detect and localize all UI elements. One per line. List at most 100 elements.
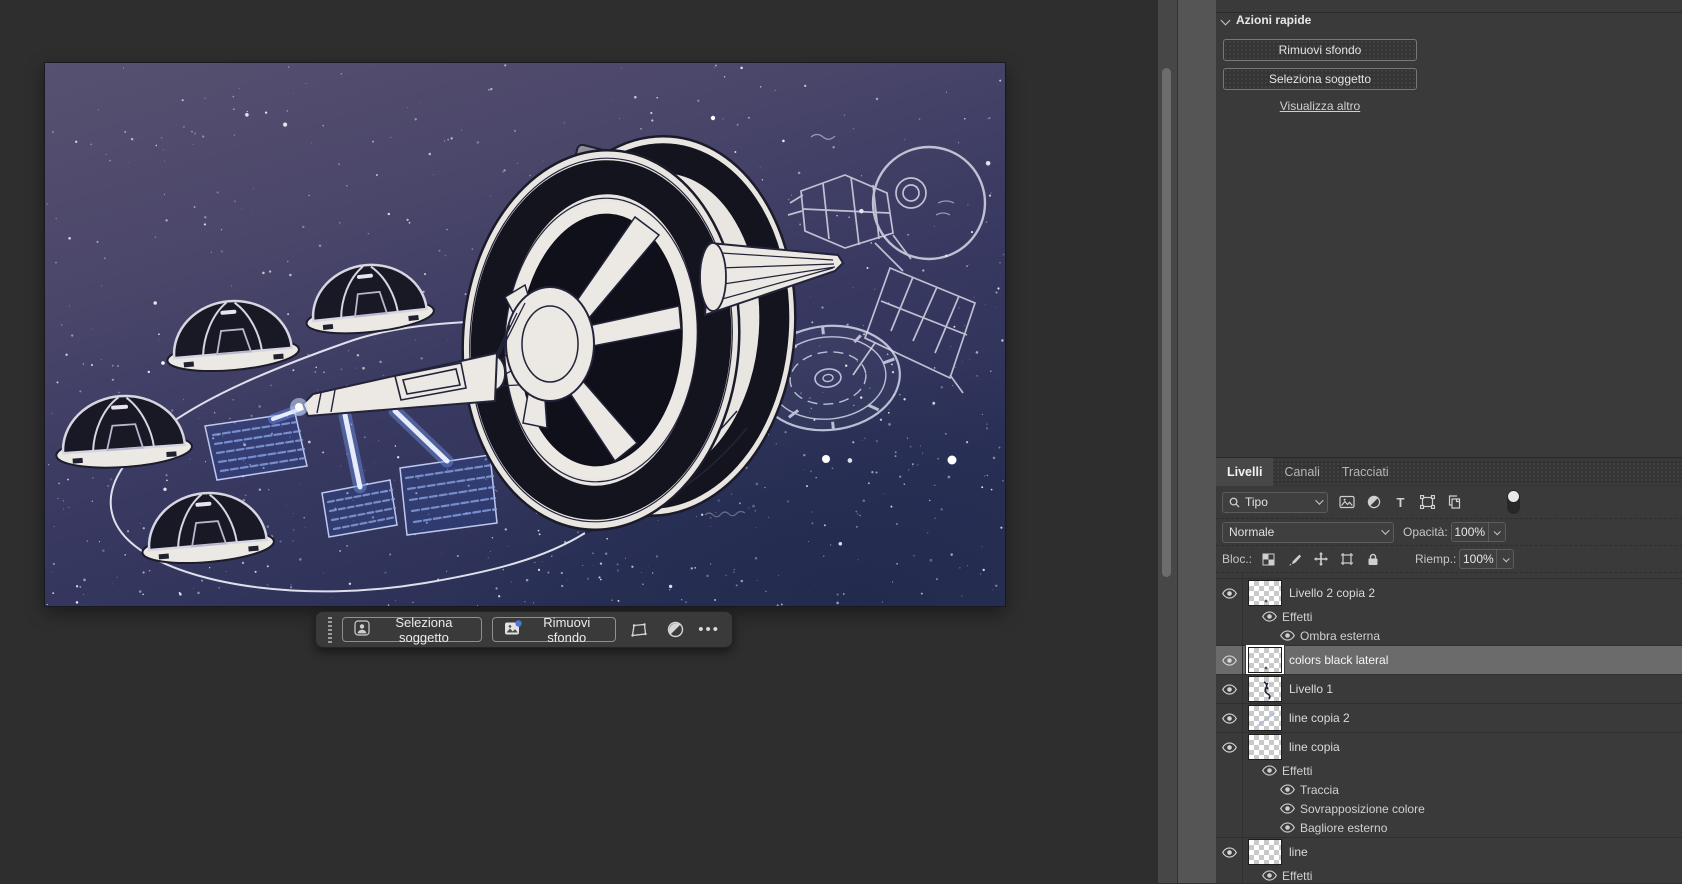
blend-mode-value: Normale: [1229, 525, 1274, 539]
visibility-eye-icon[interactable]: [1280, 630, 1295, 641]
search-icon: [1229, 497, 1240, 508]
qa-remove-background-button[interactable]: Rimuovi sfondo: [1223, 39, 1417, 61]
layer-name[interactable]: line copia 2: [1289, 711, 1350, 725]
layer-filter-row: Tipo T: [1216, 486, 1682, 519]
layer-thumbnail[interactable]: [1248, 839, 1282, 865]
effect-name: Ombra esterna: [1300, 629, 1380, 643]
more-options-icon[interactable]: •••: [698, 617, 720, 642]
image-badge-icon: [504, 620, 522, 639]
visibility-eye-icon[interactable]: [1216, 588, 1242, 599]
opacity-input[interactable]: 100%: [1451, 522, 1506, 542]
opacity-label: Opacità:: [1403, 525, 1448, 539]
lock-label: Bloc.:: [1222, 552, 1252, 566]
layer-name[interactable]: line: [1289, 845, 1308, 859]
document-scrollbar-thumb[interactable]: [1162, 68, 1171, 577]
qa-select-subject-button[interactable]: Seleziona soggetto: [1223, 68, 1417, 90]
effect-name: Traccia: [1300, 783, 1339, 797]
remove-background-label: Rimuovi sfondo: [529, 615, 604, 645]
layer-row[interactable]: line copia 2: [1216, 703, 1682, 732]
person-icon: [354, 620, 370, 639]
visibility-eye-icon[interactable]: [1216, 847, 1242, 858]
visibility-eye-icon[interactable]: [1262, 870, 1277, 881]
layer-thumbnail[interactable]: [1248, 647, 1282, 673]
tab-livelli[interactable]: Livelli: [1216, 458, 1273, 486]
filter-adjustment-layers-icon[interactable]: [1365, 494, 1382, 511]
lock-row: Bloc.:: [1216, 546, 1682, 573]
visibility-eye-icon[interactable]: [1280, 803, 1295, 814]
filter-type-layers-icon[interactable]: T: [1392, 494, 1409, 511]
tab-canali[interactable]: Canali: [1273, 458, 1330, 486]
contextual-task-bar: Seleziona soggetto Rimuovi sfondo •••: [315, 611, 733, 648]
layer-row[interactable]: Livello 2 copia 2: [1216, 578, 1682, 607]
panel-tab-bar: Livelli Canali Tracciati: [1216, 458, 1682, 486]
quick-actions-header[interactable]: Azioni rapide: [1222, 13, 1311, 27]
visibility-eye-icon[interactable]: [1216, 684, 1242, 695]
layer-row[interactable]: line: [1216, 837, 1682, 866]
transform-icon[interactable]: [626, 617, 652, 642]
lock-paint-icon[interactable]: [1286, 551, 1303, 568]
space-station-illustration: [45, 63, 1005, 606]
blend-mode-select[interactable]: Normale: [1222, 522, 1394, 543]
effects-label: Effetti: [1282, 869, 1312, 883]
opacity-value: 100%: [1452, 523, 1488, 541]
layer-thumbnail[interactable]: [1248, 705, 1282, 731]
drag-handle[interactable]: [328, 617, 332, 643]
layer-name[interactable]: Livello 2 copia 2: [1289, 586, 1375, 600]
effects-header-row[interactable]: Effetti: [1216, 761, 1682, 780]
chevron-down-icon: [1221, 15, 1231, 25]
visibility-eye-icon[interactable]: [1216, 742, 1242, 753]
fill-label: Riemp.:: [1415, 552, 1456, 566]
layer-row[interactable]: Livello 1: [1216, 674, 1682, 703]
layer-row[interactable]: line copia: [1216, 732, 1682, 761]
visibility-eye-icon[interactable]: [1216, 655, 1242, 666]
quick-actions-title: Azioni rapide: [1236, 13, 1311, 27]
effects-label: Effetti: [1282, 610, 1312, 624]
filter-type-select[interactable]: Tipo: [1222, 492, 1328, 513]
layer-thumbnail[interactable]: [1248, 734, 1282, 760]
visibility-eye-icon[interactable]: [1280, 784, 1295, 795]
effect-row[interactable]: Bagliore esterno: [1216, 818, 1682, 837]
layer-thumbnail[interactable]: [1248, 676, 1282, 702]
filter-pixel-layers-icon[interactable]: [1338, 494, 1355, 511]
tab-tracciati[interactable]: Tracciati: [1331, 458, 1400, 486]
layers-panel: Livelli Canali Tracciati Tipo T: [1216, 457, 1682, 884]
effect-row[interactable]: Ombra esterna: [1216, 626, 1682, 645]
fill-dropdown-chevron[interactable]: [1496, 550, 1513, 568]
lock-position-icon[interactable]: [1312, 551, 1329, 568]
layer-row[interactable]: colors black lateral: [1216, 645, 1682, 674]
layer-name[interactable]: line copia: [1289, 740, 1340, 754]
remove-background-button[interactable]: Rimuovi sfondo: [492, 617, 616, 642]
panel-dock-strip: [1178, 0, 1217, 883]
visibility-eye-icon[interactable]: [1262, 611, 1277, 622]
filter-shape-layers-icon[interactable]: [1419, 494, 1436, 511]
visibility-eye-icon[interactable]: [1280, 822, 1295, 833]
effects-header-row[interactable]: Effetti: [1216, 607, 1682, 626]
blend-mode-row: Normale Opacità: 100%: [1216, 519, 1682, 546]
fill-input[interactable]: 100%: [1459, 549, 1514, 569]
effect-row[interactable]: Traccia: [1216, 780, 1682, 799]
layer-name[interactable]: colors black lateral: [1289, 653, 1388, 667]
document-canvas[interactable]: [45, 63, 1005, 606]
visibility-eye-icon[interactable]: [1216, 713, 1242, 724]
effect-name: Bagliore esterno: [1300, 821, 1387, 835]
lock-transparency-icon[interactable]: [1260, 551, 1277, 568]
layer-list: Livello 2 copia 2 Effetti Ombra esterna …: [1216, 573, 1682, 884]
select-subject-button[interactable]: Seleziona soggetto: [342, 617, 482, 642]
fill-value: 100%: [1460, 550, 1496, 568]
lock-artboard-icon[interactable]: [1338, 551, 1355, 568]
layer-name[interactable]: Livello 1: [1289, 682, 1333, 696]
filter-toggle-switch[interactable]: [1507, 490, 1520, 514]
effect-row[interactable]: Sovrapposizione colore: [1216, 799, 1682, 818]
layer-thumbnail[interactable]: [1248, 580, 1282, 606]
adjustments-icon[interactable]: [662, 617, 688, 642]
eye-column-divider: [1242, 573, 1243, 884]
filter-smart-objects-icon[interactable]: [1446, 494, 1463, 511]
view-more-link[interactable]: Visualizza altro: [1280, 99, 1360, 113]
visibility-eye-icon[interactable]: [1262, 765, 1277, 776]
document-scrollbar-track[interactable]: [1158, 0, 1178, 883]
effect-name: Sovrapposizione colore: [1300, 802, 1425, 816]
lock-all-icon[interactable]: [1364, 551, 1381, 568]
filter-type-label: Tipo: [1245, 495, 1268, 509]
effects-header-row[interactable]: Effetti: [1216, 866, 1682, 884]
opacity-dropdown-chevron[interactable]: [1488, 523, 1505, 541]
